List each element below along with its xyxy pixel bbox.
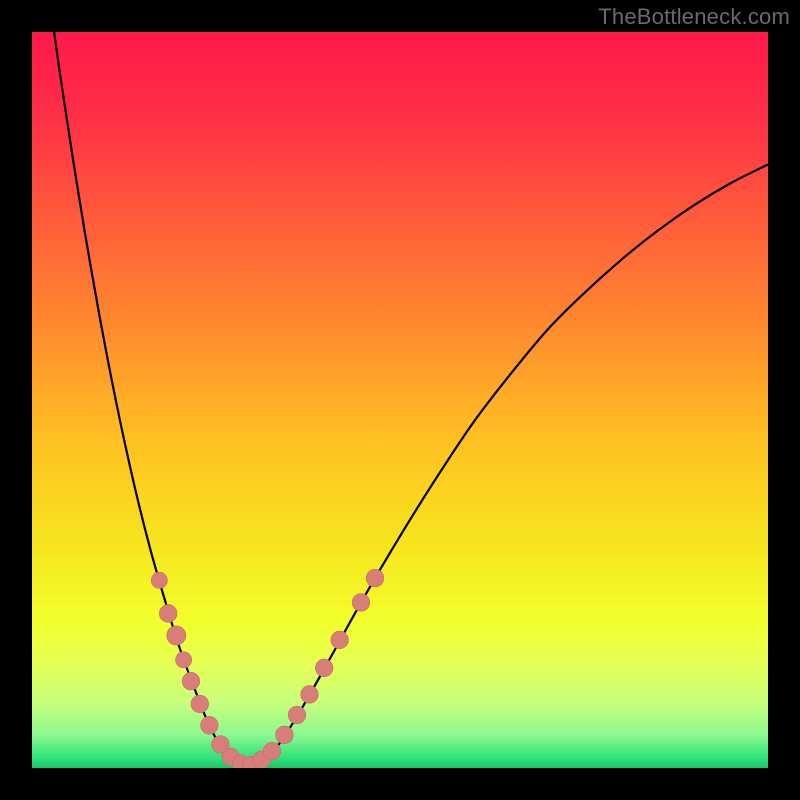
data-marker (159, 605, 177, 623)
watermark-text: TheBottleneck.com (598, 4, 790, 30)
data-marker (331, 631, 349, 649)
data-marker (182, 672, 200, 690)
data-marker (263, 742, 281, 760)
plot-area (32, 32, 768, 768)
data-marker (288, 706, 306, 724)
data-marker (176, 652, 192, 668)
gradient-background (32, 32, 768, 768)
data-marker (276, 726, 294, 744)
data-marker (366, 569, 384, 587)
data-marker (191, 695, 209, 713)
data-marker (167, 626, 186, 645)
data-marker (151, 572, 167, 588)
data-marker (352, 594, 370, 612)
data-marker (201, 716, 219, 734)
data-marker (301, 686, 319, 704)
chart-frame: TheBottleneck.com (0, 0, 800, 800)
data-marker (315, 659, 333, 677)
plot-svg (32, 32, 768, 768)
